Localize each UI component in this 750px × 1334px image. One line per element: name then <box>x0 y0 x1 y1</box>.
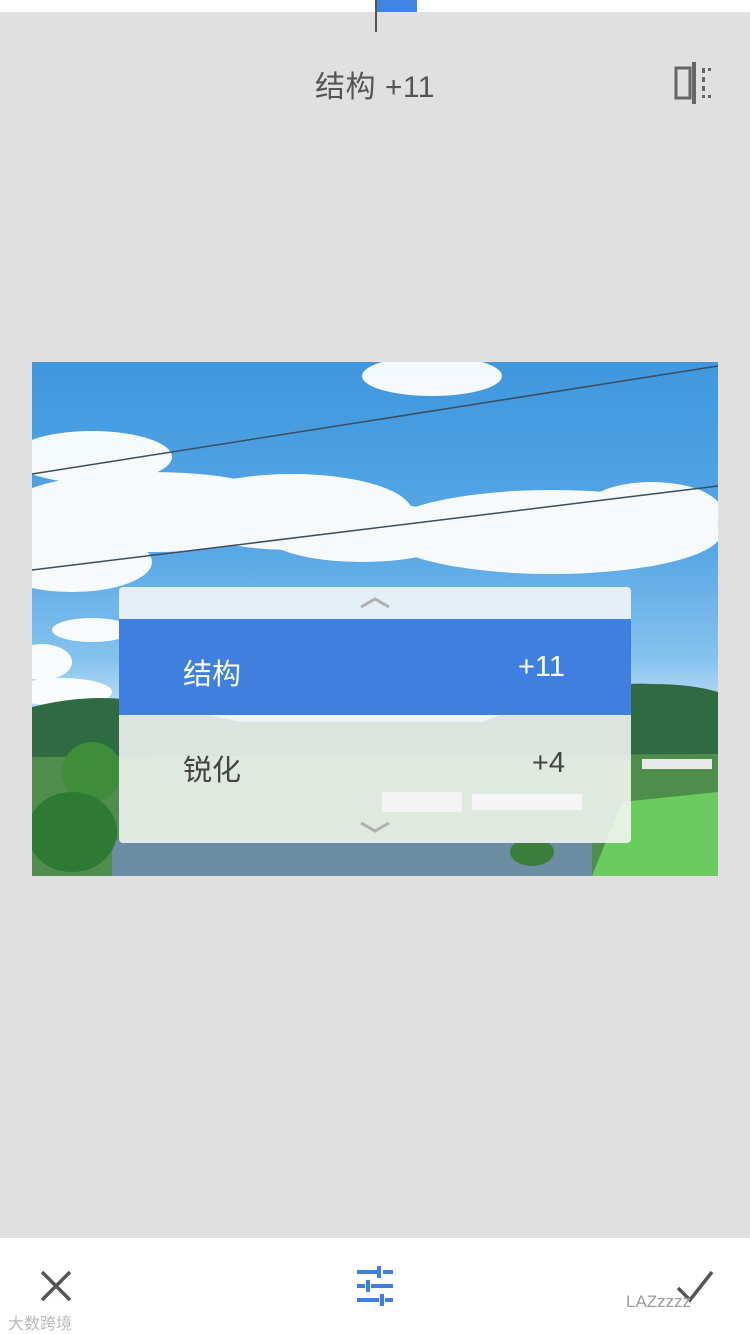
picker-item-value: +11 <box>517 651 565 683</box>
close-icon <box>40 1270 72 1302</box>
cancel-button[interactable] <box>28 1258 84 1314</box>
picker-item-label: 锐化 <box>183 755 242 787</box>
adjust-parameters-button[interactable] <box>347 1258 403 1314</box>
slider-fill <box>376 0 417 12</box>
picker-scroll-up[interactable] <box>119 587 631 619</box>
parameter-picker[interactable]: 结构 +11 锐化 +4 <box>119 587 631 843</box>
watermark-right: LAZzzzz <box>626 1292 692 1311</box>
page-title: 结构 +11 <box>315 71 435 104</box>
chevron-down-icon <box>360 821 390 833</box>
adjustment-slider[interactable] <box>0 0 750 34</box>
picker-item-sharpening[interactable]: 锐化 +4 <box>119 715 631 811</box>
compare-icon <box>674 62 711 104</box>
watermark-left: 大数跨境 <box>8 1316 73 1333</box>
picker-item-value: +4 <box>531 747 565 779</box>
bottom-toolbar <box>0 1238 750 1334</box>
slider-center-marker <box>375 0 377 32</box>
snapseed-editor-screen: 结构 +11 结构 +11 锐化 +4 大数跨境 LAZzzzz <box>0 0 750 1334</box>
sliders-icon <box>357 1266 393 1306</box>
compare-button[interactable] <box>670 60 718 106</box>
picker-item-label: 结构 <box>183 659 242 691</box>
picker-scroll-down[interactable] <box>119 811 631 843</box>
picker-item-structure[interactable]: 结构 +11 <box>119 619 631 715</box>
chevron-up-icon <box>360 597 390 609</box>
